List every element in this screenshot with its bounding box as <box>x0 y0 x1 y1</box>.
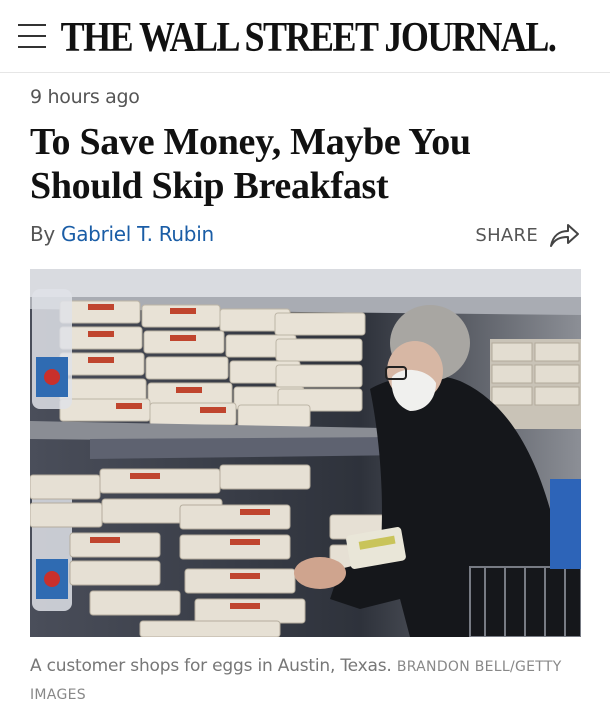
article-photo[interactable] <box>30 269 581 637</box>
article-timestamp: 9 hours ago <box>30 86 140 108</box>
article-headline: To Save Money, Maybe You Should Skip Bre… <box>30 121 471 207</box>
byline-prefix: By <box>30 222 55 246</box>
caption-text: A customer shops for eggs in Austin, Tex… <box>30 656 392 676</box>
share-label: SHARE <box>475 224 538 246</box>
photo-illustration <box>30 269 581 637</box>
byline: By Gabriel T. Rubin <box>30 222 214 246</box>
share-button[interactable]: SHARE <box>475 221 580 249</box>
site-header: THE WALL STREET JOURNAL. <box>0 0 610 73</box>
author-link[interactable]: Gabriel T. Rubin <box>61 222 214 246</box>
masthead-logo[interactable]: THE WALL STREET JOURNAL. <box>61 8 557 67</box>
share-arrow-icon <box>550 224 579 247</box>
hamburger-menu-icon[interactable] <box>18 24 46 48</box>
photo-caption: A customer shops for eggs in Austin, Tex… <box>30 653 585 709</box>
